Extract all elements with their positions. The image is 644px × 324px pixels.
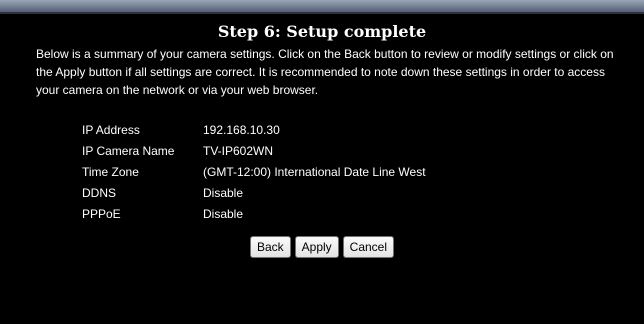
- pppoe-value: Disable: [203, 206, 244, 221]
- window-top-strip: [0, 0, 644, 12]
- cancel-button[interactable]: Cancel: [342, 236, 395, 258]
- time-zone-label: Time Zone: [82, 164, 139, 179]
- window-top-edge: [0, 12, 644, 14]
- ip-address-value: 192.168.10.30: [203, 122, 280, 137]
- button-bar: Back Apply Cancel: [0, 236, 644, 258]
- summary-row-ddns: DDNS Disable: [82, 182, 426, 203]
- apply-button[interactable]: Apply: [294, 236, 339, 258]
- summary-row-time-zone: Time Zone (GMT-12:00) International Date…: [82, 161, 426, 182]
- camera-name-label: IP Camera Name: [82, 143, 175, 158]
- page-title: Step 6: Setup complete: [217, 22, 427, 41]
- time-zone-value: (GMT-12:00) International Date Line West: [203, 164, 426, 179]
- summary-row-camera-name: IP Camera Name TV-IP602WN: [82, 140, 426, 161]
- pppoe-label: PPPoE: [82, 206, 121, 221]
- ddns-value: Disable: [203, 185, 244, 200]
- summary-row-ip-address: IP Address 192.168.10.30: [82, 119, 426, 140]
- back-button[interactable]: Back: [249, 236, 291, 258]
- ip-address-label: IP Address: [82, 122, 140, 137]
- setup-wizard-page: Step 6: Setup complete Below is a summar…: [0, 0, 644, 324]
- ddns-label: DDNS: [82, 185, 117, 200]
- summary-row-pppoe: PPPoE Disable: [82, 203, 426, 224]
- camera-name-value: TV-IP602WN: [203, 143, 274, 158]
- intro-text: Below is a summary of your camera settin…: [36, 47, 614, 97]
- settings-summary-table: IP Address 192.168.10.30 IP Camera Name …: [82, 119, 426, 224]
